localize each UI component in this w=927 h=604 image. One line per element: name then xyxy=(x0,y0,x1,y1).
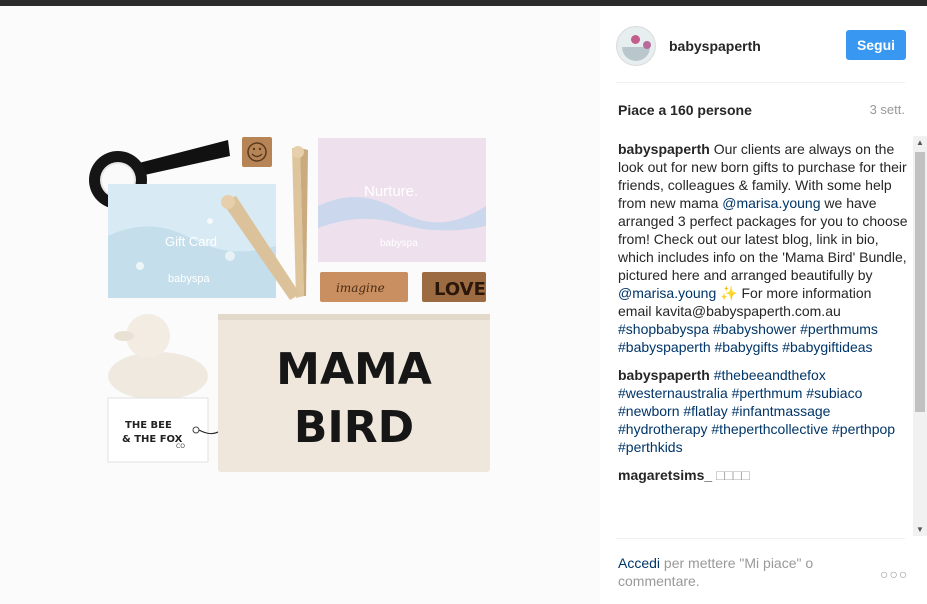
post-header: babyspaperth Segui xyxy=(616,24,906,68)
gift-card-brand: babyspa xyxy=(168,273,210,285)
comment-username[interactable]: magaretsims_ xyxy=(618,467,712,483)
comment-item: babyspaperth #thebeeandthefox #westernau… xyxy=(618,366,908,456)
login-link[interactable]: Accedi xyxy=(618,555,660,571)
likes-row: Piace a 160 persone 3 sett. xyxy=(618,102,905,118)
caption-hashtags[interactable]: #shopbabyspa #babyshower #perthmums #bab… xyxy=(618,321,878,355)
shirt-line2: BIRD xyxy=(294,402,414,453)
caption-mention2[interactable]: @marisa.young xyxy=(618,285,716,301)
nurture-brand: babyspa xyxy=(380,238,418,249)
post-photo[interactable]: Gift Card babyspa Nurture. babyspa imagi… xyxy=(0,6,600,604)
scroll-up-icon[interactable]: ▲ xyxy=(916,138,924,147)
header-divider xyxy=(616,82,905,83)
likes-count[interactable]: Piace a 160 persone xyxy=(618,102,752,118)
nurture-text: Nurture. xyxy=(364,183,418,200)
caption: babyspaperth Our clients are always on t… xyxy=(618,140,908,356)
footer-divider xyxy=(616,538,905,539)
nurture-card-illustration: Nurture. babyspa xyxy=(318,138,486,262)
wood-block-imagine: imagine xyxy=(320,272,408,302)
wood-block-love: LOVE xyxy=(422,272,486,302)
block-love-text: LOVE xyxy=(434,279,486,300)
more-options-icon[interactable]: ○○○ xyxy=(880,566,908,582)
tag-line2: & THE FOX xyxy=(122,434,183,445)
caption-mention1[interactable]: @marisa.young xyxy=(722,195,820,211)
avatar[interactable] xyxy=(616,26,656,66)
comment-item: magaretsims_ □□□□ xyxy=(618,466,908,484)
tag-line1: THE BEE xyxy=(125,420,172,431)
tag-small: CO xyxy=(176,443,185,450)
comment-text: □□□□ xyxy=(716,467,750,483)
smiley-stamp-illustration xyxy=(242,137,272,167)
post-time[interactable]: 3 sett. xyxy=(870,102,905,118)
block-imagine-text: imagine xyxy=(336,281,385,295)
duck-illustration xyxy=(108,314,208,400)
brand-tag-illustration: THE BEE & THE FOX CO xyxy=(107,397,219,463)
comments-scrollbar[interactable]: ▲ ▼ xyxy=(913,136,927,536)
post-username[interactable]: babyspaperth xyxy=(669,38,761,54)
scroll-down-icon[interactable]: ▼ xyxy=(916,525,924,534)
caption-username[interactable]: babyspaperth xyxy=(618,141,710,157)
shirt-line1: MAMA xyxy=(276,344,432,395)
gift-card-text: Gift Card xyxy=(165,234,217,249)
mama-bird-shirt-illustration: MAMA BIRD xyxy=(218,314,490,472)
login-prompt: Accedi per mettere "Mi piace" o commenta… xyxy=(618,554,848,590)
comments-list[interactable]: babyspaperth Our clients are always on t… xyxy=(618,140,908,532)
photo-illustration: Gift Card babyspa Nurture. babyspa imagi… xyxy=(89,137,490,472)
follow-button[interactable]: Segui xyxy=(846,30,906,60)
post-side-panel: babyspaperth Segui Piace a 160 persone 3… xyxy=(600,6,927,604)
comment-username[interactable]: babyspaperth xyxy=(618,367,710,383)
scroll-thumb[interactable] xyxy=(915,152,925,412)
